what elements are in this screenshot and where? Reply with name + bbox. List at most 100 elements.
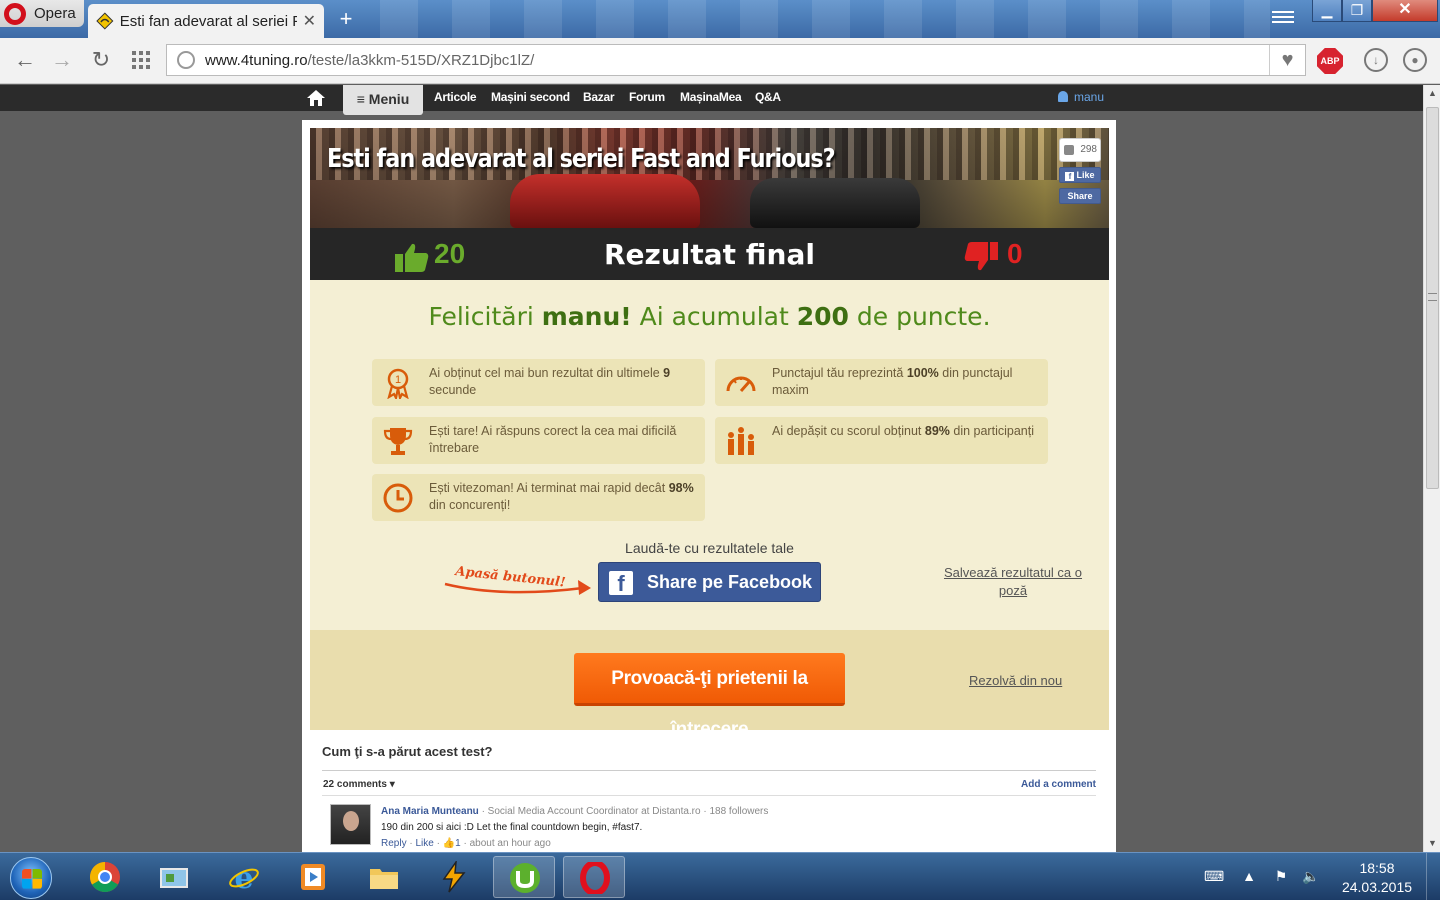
tab-title: Esti fan adevarat al seriei Fast and Fur… <box>119 12 297 30</box>
site-navigation: ≡ Meniu Articole Mașini second Bazar For… <box>0 85 1423 115</box>
window-close-button[interactable]: ✕ <box>1372 0 1438 22</box>
nav-link-forum[interactable]: Forum <box>629 90 665 104</box>
taskbar-winamp[interactable] <box>423 856 485 898</box>
nav-link-masinamea[interactable]: MașinaMea <box>680 90 742 104</box>
user-profile-link[interactable]: manu <box>1058 90 1104 104</box>
quiz-page: Esti fan adevarat al seriei Fast and Fur… <box>302 120 1116 852</box>
reload-icon[interactable]: ↻ <box>89 48 113 72</box>
scroll-down-arrow-icon[interactable]: ▼ <box>1424 835 1440 852</box>
stat-text: Ai obținut cel mai bun rezultat din ulti… <box>429 366 671 397</box>
forward-arrow-icon[interactable]: → <box>50 48 74 72</box>
challenge-friends-button[interactable]: Provoacă-ţi prietenii la întrecere <box>574 653 845 740</box>
stat-text: Ești tare! Ai răspuns corect la cea mai … <box>429 424 677 455</box>
comments-count-dropdown[interactable]: 22 comments ▾ <box>323 779 395 790</box>
page-scrollbar[interactable]: ▲ ▼ <box>1423 85 1440 852</box>
tab-close-icon[interactable]: ✕ <box>303 11 316 31</box>
stat-score-percent: Punctajul tău reprezintă 100% din puncta… <box>715 359 1048 406</box>
comment-body: 190 din 200 si aici :D Let the final cou… <box>381 822 643 833</box>
quiz-hero-banner: Esti fan adevarat al seriei Fast and Fur… <box>310 128 1109 228</box>
hero-black-car-image <box>750 178 920 228</box>
facebook-share-small-button[interactable]: Share <box>1059 188 1101 204</box>
site-menu-button[interactable]: ≡ Meniu <box>343 85 423 115</box>
taskbar-chrome[interactable] <box>74 856 136 898</box>
chrome-icon <box>89 862 120 893</box>
windows-taskbar: e ⌨ ▲ ⚑ 🔈 18:58 24.03.2015 <box>0 852 1440 900</box>
speedometer-icon <box>726 376 756 392</box>
congratulations-heading: Felicitări manu! Ai acumulat 200 de punc… <box>428 302 991 331</box>
taskbar-media-player[interactable] <box>282 856 344 898</box>
stat-text: Ești vitezoman! Ai terminat mai rapid de… <box>429 481 694 512</box>
comment-like-link[interactable]: Like <box>415 838 433 849</box>
opera-icon <box>580 862 610 894</box>
hint-text: Apasă butonul! <box>453 564 567 591</box>
site-info-icon[interactable] <box>177 51 195 69</box>
opera-label: Opera <box>34 5 76 22</box>
new-tab-button[interactable]: + <box>333 6 359 32</box>
add-comment-link[interactable]: Add a comment <box>1021 779 1096 790</box>
taskbar-file-explorer[interactable] <box>353 856 415 898</box>
window-minimize-button[interactable]: ▁ <box>1312 0 1342 22</box>
start-button[interactable] <box>10 857 52 899</box>
browser-toolbar: ← → ↻ www.4tuning.ro/teste/la3kkm-515D/X… <box>0 38 1440 84</box>
medal-icon: 1 <box>387 368 409 399</box>
taskbar-clock[interactable]: 18:58 24.03.2015 <box>1336 859 1418 897</box>
avatar[interactable] <box>330 804 371 845</box>
share-prompt-text: Laudă-te cu rezultatele tale <box>625 540 794 556</box>
tab-menu-icon[interactable] <box>1272 8 1294 28</box>
comment-reply-link[interactable]: Reply <box>381 838 407 849</box>
comment-meta: Ana Maria Munteanu · Social Media Accoun… <box>381 806 769 817</box>
nav-link-masini-second[interactable]: Mașini second <box>491 90 570 104</box>
show-hidden-icons-arrow-icon[interactable]: ▲ <box>1240 867 1258 885</box>
stat-best-result: 1 Ai obținut cel mai bun rezultat din ul… <box>372 359 705 406</box>
address-bar[interactable]: www.4tuning.ro/teste/la3kkm-515D/XRZ1Djb… <box>166 44 1306 76</box>
keyboard-icon[interactable]: ⌨ <box>1204 867 1224 885</box>
control-panel-icon <box>160 868 188 888</box>
taskbar-control-panel[interactable] <box>143 856 205 898</box>
comment-author-link[interactable]: Ana Maria Munteanu <box>381 806 479 817</box>
opera-logo-icon <box>4 2 26 25</box>
svg-text:e: e <box>234 861 253 893</box>
thumbs-down-icon <box>964 242 998 271</box>
stat-text: Punctajul tău reprezintă 100% din puncta… <box>772 366 1013 397</box>
opera-menu-button[interactable]: Opera <box>0 0 84 27</box>
browser-tab-active[interactable]: Esti fan adevarat al seriei Fast and Fur… <box>88 4 324 38</box>
taskbar-internet-explorer[interactable]: e <box>213 856 275 898</box>
browser-titlebar: Opera Esti fan adevarat al seriei Fast a… <box>0 0 1440 38</box>
downloads-icon[interactable]: ↓ <box>1364 48 1388 72</box>
score-bar: 20 Rezultat final 0 <box>310 228 1109 280</box>
adblock-plus-icon[interactable]: ABP <box>1317 48 1343 74</box>
press-button-hint: Apasă butonul! <box>444 564 591 595</box>
account-icon[interactable]: ● <box>1403 48 1427 72</box>
stat-speed: Ești vitezoman! Ai terminat mai rapid de… <box>372 474 705 521</box>
stat-text: Ai depășit cu scorul obținut 89% din par… <box>772 424 1034 438</box>
back-arrow-icon[interactable]: ← <box>13 48 37 72</box>
action-center-flag-icon[interactable]: ⚑ <box>1272 867 1290 885</box>
facebook-like-box: 298 f Like Share <box>1059 138 1101 216</box>
comment-actions: Reply · Like · 👍1 · about an hour ago <box>381 838 551 849</box>
clock-date: 24.03.2015 <box>1341 879 1413 895</box>
taskbar-utorrent[interactable] <box>493 856 555 898</box>
taskbar-opera[interactable] <box>563 856 625 898</box>
wrong-answers-count: 0 <box>1007 238 1023 269</box>
scroll-up-arrow-icon[interactable]: ▲ <box>1424 85 1440 102</box>
clock-time: 18:58 <box>1359 860 1395 876</box>
share-facebook-button[interactable]: f Share pe Facebook <box>598 562 821 602</box>
results-panel: Felicitări manu! Ai acumulat 200 de punc… <box>310 280 1109 630</box>
window-maximize-button[interactable]: ❐ <box>1342 0 1372 22</box>
show-desktop-button[interactable] <box>1426 853 1440 900</box>
bookmark-heart-icon[interactable]: ♥ <box>1269 45 1305 75</box>
4tuning-favicon-icon <box>96 12 114 30</box>
facebook-like-button[interactable]: f Like <box>1059 167 1101 183</box>
retake-quiz-link[interactable]: Rezolvă din nou <box>969 673 1062 688</box>
facebook-f-icon: f <box>609 571 633 596</box>
nav-link-articole[interactable]: Articole <box>434 90 477 104</box>
media-player-icon <box>301 864 325 890</box>
trophy-icon <box>383 428 413 455</box>
speed-dial-grid-icon[interactable] <box>132 51 150 69</box>
facebook-like-count: 298 <box>1059 138 1101 162</box>
volume-icon[interactable]: 🔈 <box>1302 867 1320 885</box>
nav-link-bazar[interactable]: Bazar <box>583 90 614 104</box>
nav-link-qa[interactable]: Q&A <box>755 90 781 104</box>
save-result-image-link[interactable]: Salvează rezultatul ca o poză <box>930 564 1096 600</box>
home-icon[interactable] <box>306 88 326 108</box>
